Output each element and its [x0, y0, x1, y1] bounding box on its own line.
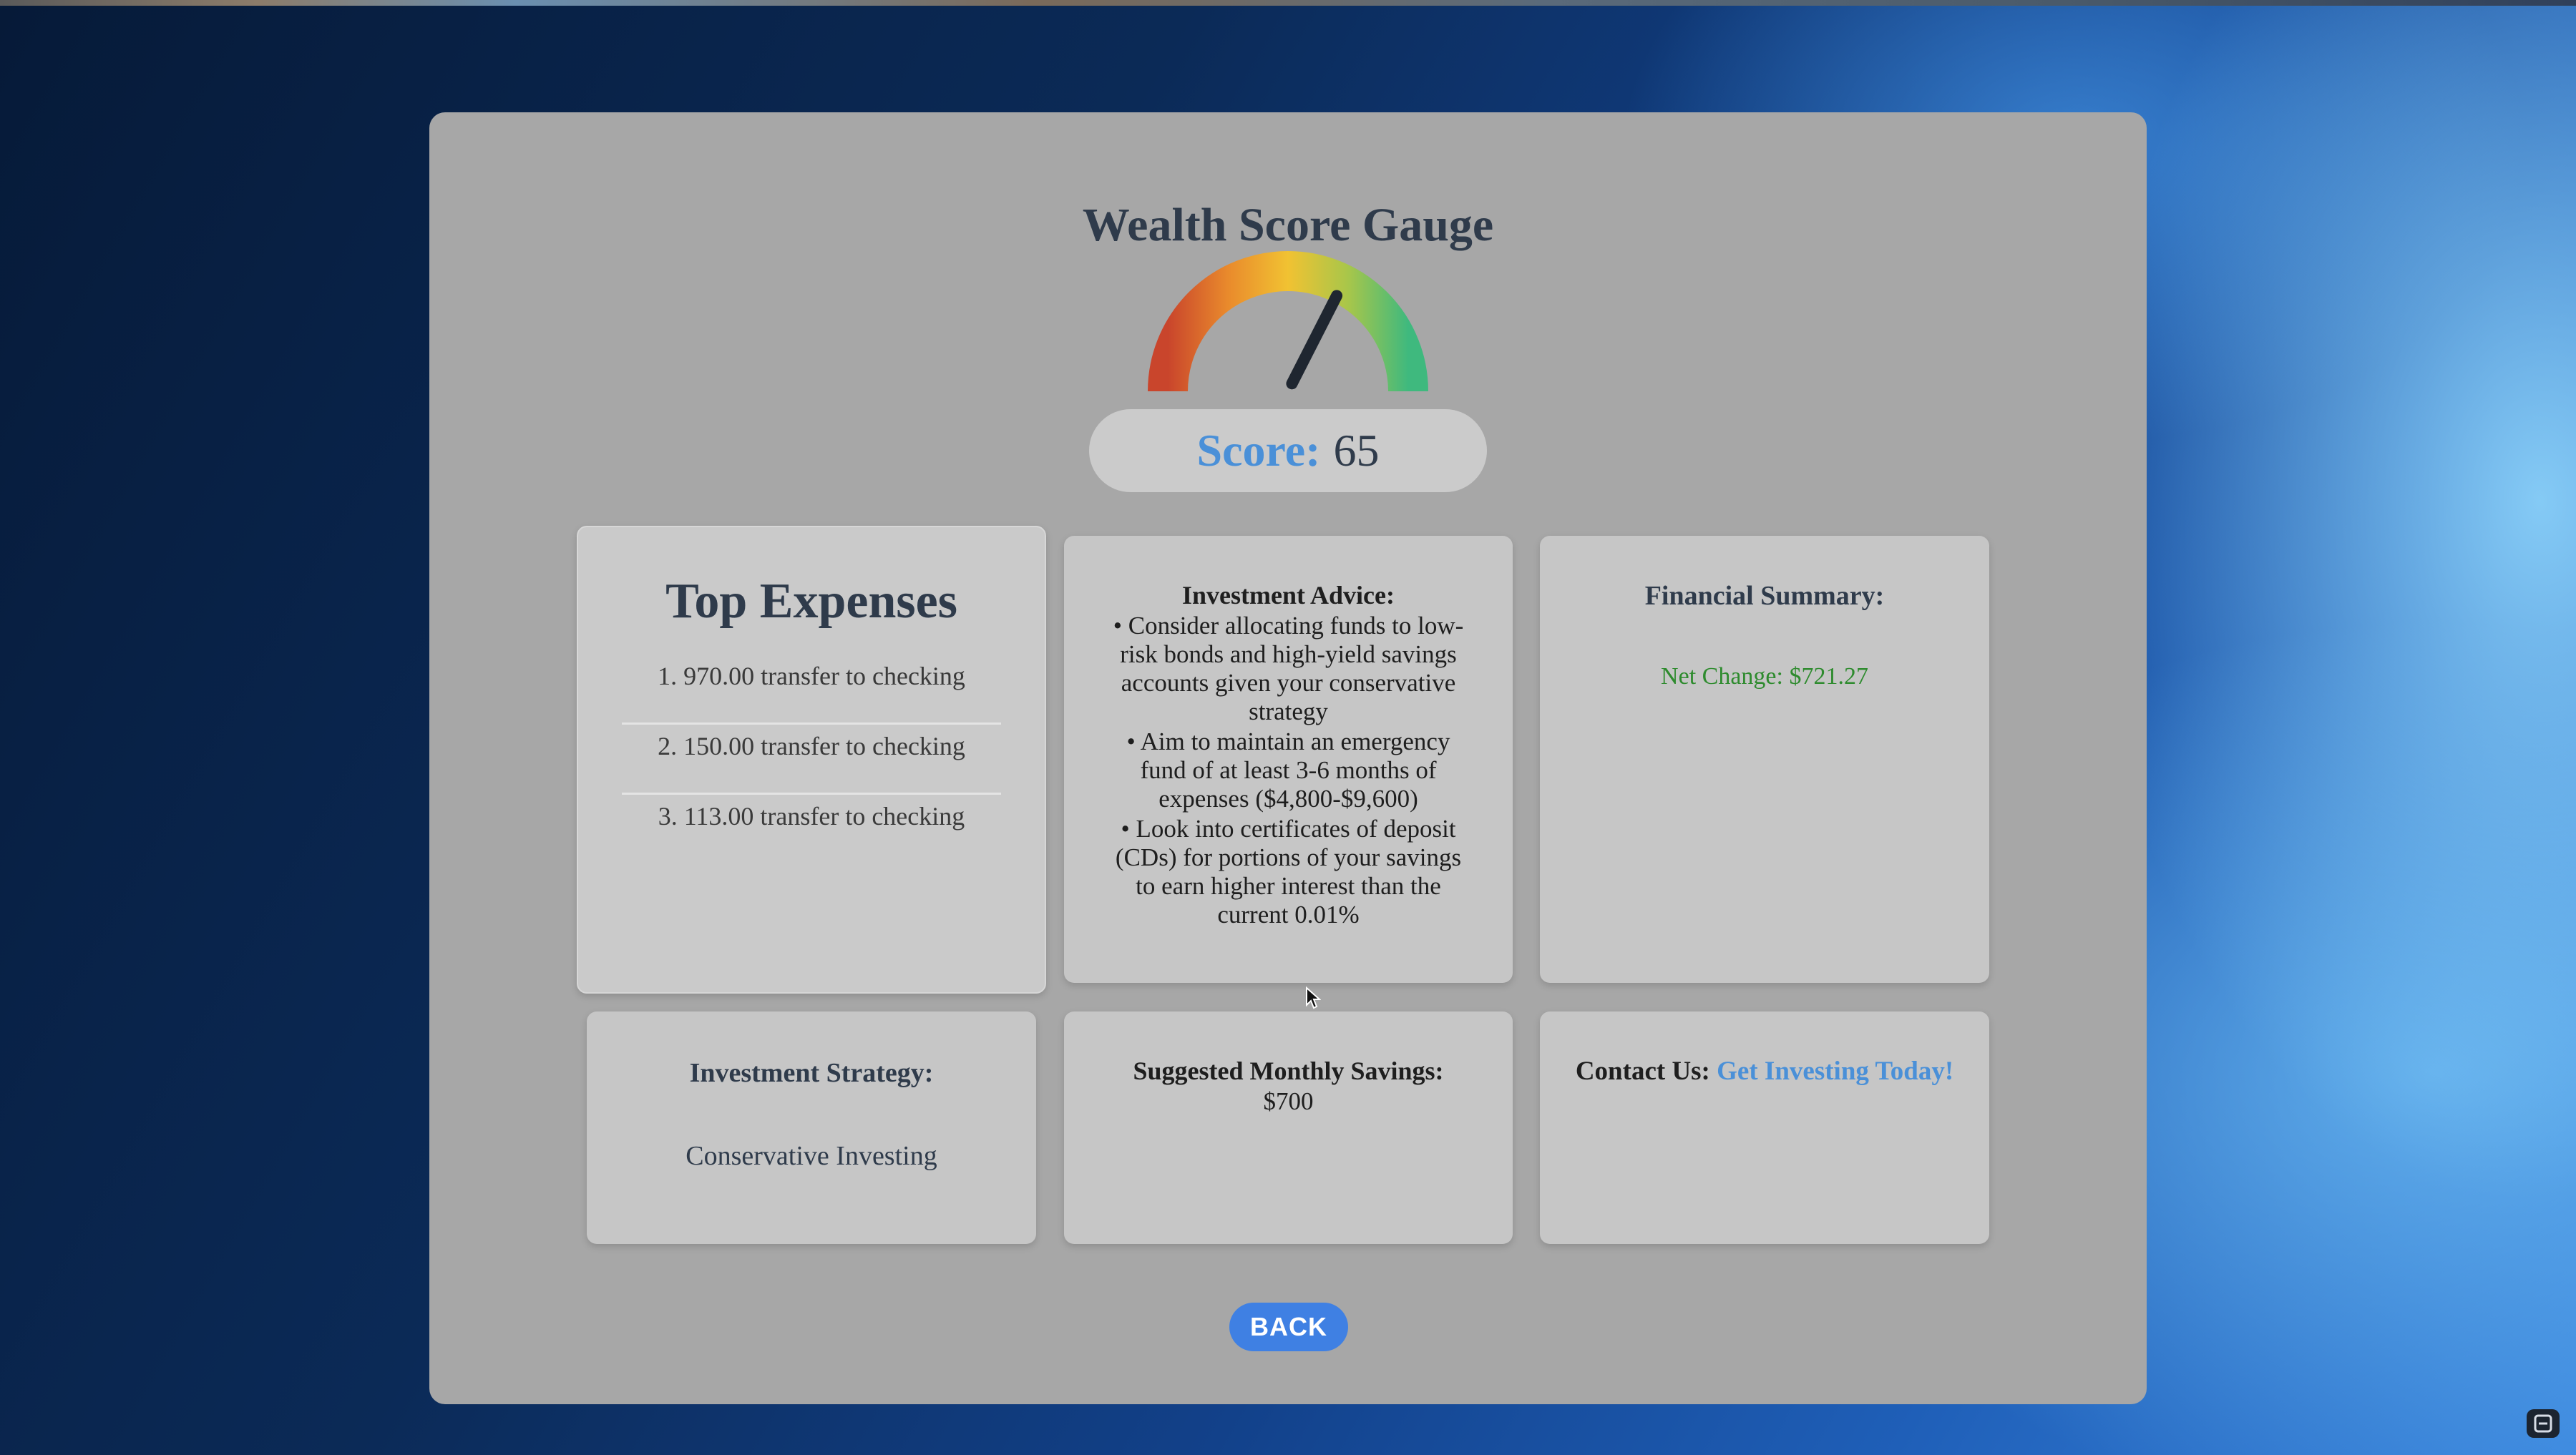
top-expenses-title: Top Expenses [665, 574, 957, 629]
gauge-arc [1148, 251, 1428, 392]
advice-bullet: • Aim to maintain an emergency fund of a… [1126, 728, 1450, 813]
cursor-arrow-icon [1306, 986, 1321, 1009]
score-display: Score: 65 [1089, 409, 1487, 492]
investment-strategy-card: Investment Strategy: Conservative Invest… [587, 1011, 1036, 1244]
advice-bullet: • Consider allocating funds to low-risk … [1113, 612, 1464, 725]
screenshot-icon[interactable] [2527, 1409, 2560, 1438]
net-change: Net Change: $721.27 [1661, 663, 1868, 690]
expense-item: 2. 150.00 transfer to checking [622, 725, 1001, 795]
gauge-title: Wealth Score Gauge [1082, 199, 1494, 251]
score-label: Score: [1196, 425, 1321, 476]
dashboard-panel: Wealth Score Gauge Score: 65 Top Expense… [429, 112, 2147, 1404]
contact-card: Contact Us: Get Investing Today! [1540, 1011, 1989, 1244]
monthly-savings-value: $700 [1263, 1087, 1314, 1115]
advice-bullet: • Look into certificates of deposit (CDs… [1115, 815, 1462, 929]
gauge-needle [1286, 290, 1343, 390]
investment-strategy-title: Investment Strategy: [689, 1058, 934, 1088]
monthly-savings-card: Suggested Monthly Savings: $700 [1064, 1011, 1513, 1244]
monthly-savings-title: Suggested Monthly Savings: [1133, 1057, 1444, 1085]
investment-advice-card: Investment Advice: • Consider allocating… [1064, 536, 1513, 983]
financial-summary-title: Financial Summary: [1644, 581, 1885, 611]
get-investing-link[interactable]: Get Investing Today! [1717, 1057, 1953, 1086]
contact-line: Contact Us: Get Investing Today! [1540, 1056, 1989, 1087]
expense-list: 1. 970.00 transfer to checking 2. 150.00… [622, 655, 1001, 865]
wealth-score-gauge [1148, 251, 1428, 392]
top-expenses-card: Top Expenses 1. 970.00 transfer to check… [577, 526, 1046, 994]
browser-tab-strip [0, 0, 2576, 6]
investment-strategy-value: Conservative Investing [686, 1141, 937, 1171]
expense-item: 3. 113.00 transfer to checking [658, 802, 965, 831]
financial-summary-card: Financial Summary: Net Change: $721.27 [1540, 536, 1989, 983]
score-value: 65 [1333, 425, 1380, 476]
expense-item: 1. 970.00 transfer to checking [622, 655, 1001, 725]
contact-label: Contact Us: [1575, 1057, 1710, 1086]
investment-advice-title: Investment Advice: [1182, 581, 1395, 609]
back-button[interactable]: BACK [1229, 1303, 1348, 1351]
